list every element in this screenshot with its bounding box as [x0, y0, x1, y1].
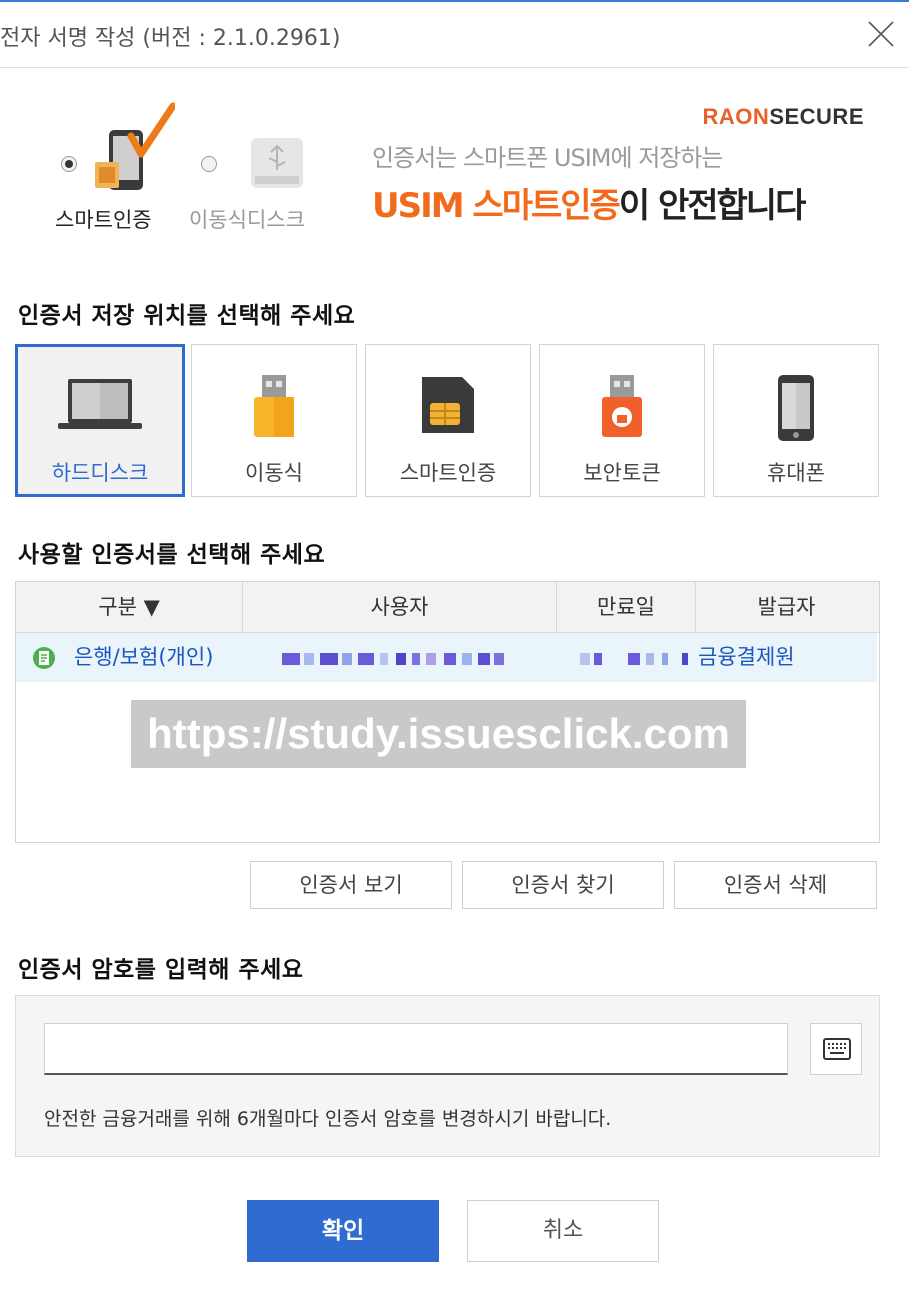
- virtual-keyboard-button[interactable]: [810, 1023, 862, 1075]
- location-heading: 인증서 저장 위치를 선택해 주세요: [18, 303, 356, 329]
- column-header-expiry[interactable]: 만료일: [557, 582, 696, 632]
- smart-auth-radio[interactable]: [61, 156, 77, 172]
- window-title: 전자 서명 작성 (버전 : 2.1.0.2961): [0, 26, 341, 51]
- title-bar: 전자 서명 작성 (버전 : 2.1.0.2961): [0, 2, 909, 68]
- password-panel: 안전한 금융거래를 위해 6개월마다 인증서 암호를 변경하시기 바랍니다.: [15, 995, 880, 1157]
- cell-issuer: 금융결제원: [698, 645, 795, 669]
- raon-secure-logo: RAONSECURE: [702, 104, 864, 129]
- media-option-smart-auth[interactable]: 스마트인증: [55, 100, 195, 232]
- tile-label: 하드디스크: [51, 461, 149, 485]
- tile-label: 이동식: [245, 461, 303, 485]
- smartphone-check-icon: [95, 100, 177, 199]
- usim-promo-banner[interactable]: RAONSECURE 인증서는 스마트폰 USIM에 저장하는 USIM 스마트…: [372, 100, 872, 230]
- cert-heading: 사용할 인증서를 선택해 주세요: [18, 542, 326, 568]
- keyboard-icon: [823, 1038, 851, 1060]
- banner-headline: USIM 스마트인증이 안전합니다: [372, 186, 806, 226]
- security-token-icon: [602, 375, 642, 437]
- usb-drive-icon: [247, 132, 307, 196]
- column-header-user[interactable]: 사용자: [243, 582, 557, 632]
- find-cert-button[interactable]: 인증서 찾기: [462, 861, 664, 909]
- column-header-type[interactable]: 구분 ▼: [16, 582, 243, 632]
- table-row[interactable]: 은행/보험(개인) 금융결제원: [16, 633, 877, 682]
- mobile-phone-icon: [778, 375, 814, 441]
- removable-disk-radio[interactable]: [201, 156, 217, 172]
- tile-label: 스마트인증: [399, 461, 497, 485]
- password-heading: 인증서 암호를 입력해 주세요: [18, 957, 304, 983]
- password-input[interactable]: [44, 1023, 788, 1075]
- tile-hard-disk[interactable]: 하드디스크: [15, 344, 185, 497]
- certificate-doc-icon: [32, 646, 56, 674]
- cell-user: [256, 633, 556, 682]
- banner-subtitle: 인증서는 스마트폰 USIM에 저장하는: [372, 144, 724, 172]
- delete-cert-button[interactable]: 인증서 삭제: [674, 861, 877, 909]
- usb-drive-icon: [254, 375, 294, 437]
- tile-label: 휴대폰: [767, 461, 825, 485]
- cancel-button[interactable]: 취소: [467, 1200, 659, 1262]
- tile-label: 보안토큰: [583, 461, 661, 485]
- close-icon[interactable]: [863, 16, 899, 52]
- column-header-issuer[interactable]: 발급자: [696, 582, 877, 632]
- confirm-button[interactable]: 확인: [247, 1200, 439, 1262]
- tile-mobile-phone[interactable]: 휴대폰: [713, 344, 879, 497]
- sim-card-icon: [422, 377, 474, 433]
- password-change-note: 안전한 금융거래를 위해 6개월마다 인증서 암호를 변경하시기 바랍니다.: [44, 1108, 612, 1130]
- tile-smart-auth[interactable]: 스마트인증: [365, 344, 531, 497]
- cell-type: 은행/보험(개인): [74, 645, 214, 669]
- laptop-icon: [58, 379, 142, 429]
- view-cert-button[interactable]: 인증서 보기: [250, 861, 452, 909]
- watermark-url: https://study.issuesclick.com: [131, 700, 746, 768]
- removable-disk-label: 이동식디스크: [189, 208, 305, 232]
- media-option-removable-disk[interactable]: 이동식디스크: [189, 100, 335, 232]
- tile-security-token[interactable]: 보안토큰: [539, 344, 705, 497]
- smart-auth-label: 스마트인증: [55, 208, 152, 232]
- tile-removable[interactable]: 이동식: [191, 344, 357, 497]
- table-header: 구분 ▼ 사용자 만료일 발급자: [16, 582, 879, 633]
